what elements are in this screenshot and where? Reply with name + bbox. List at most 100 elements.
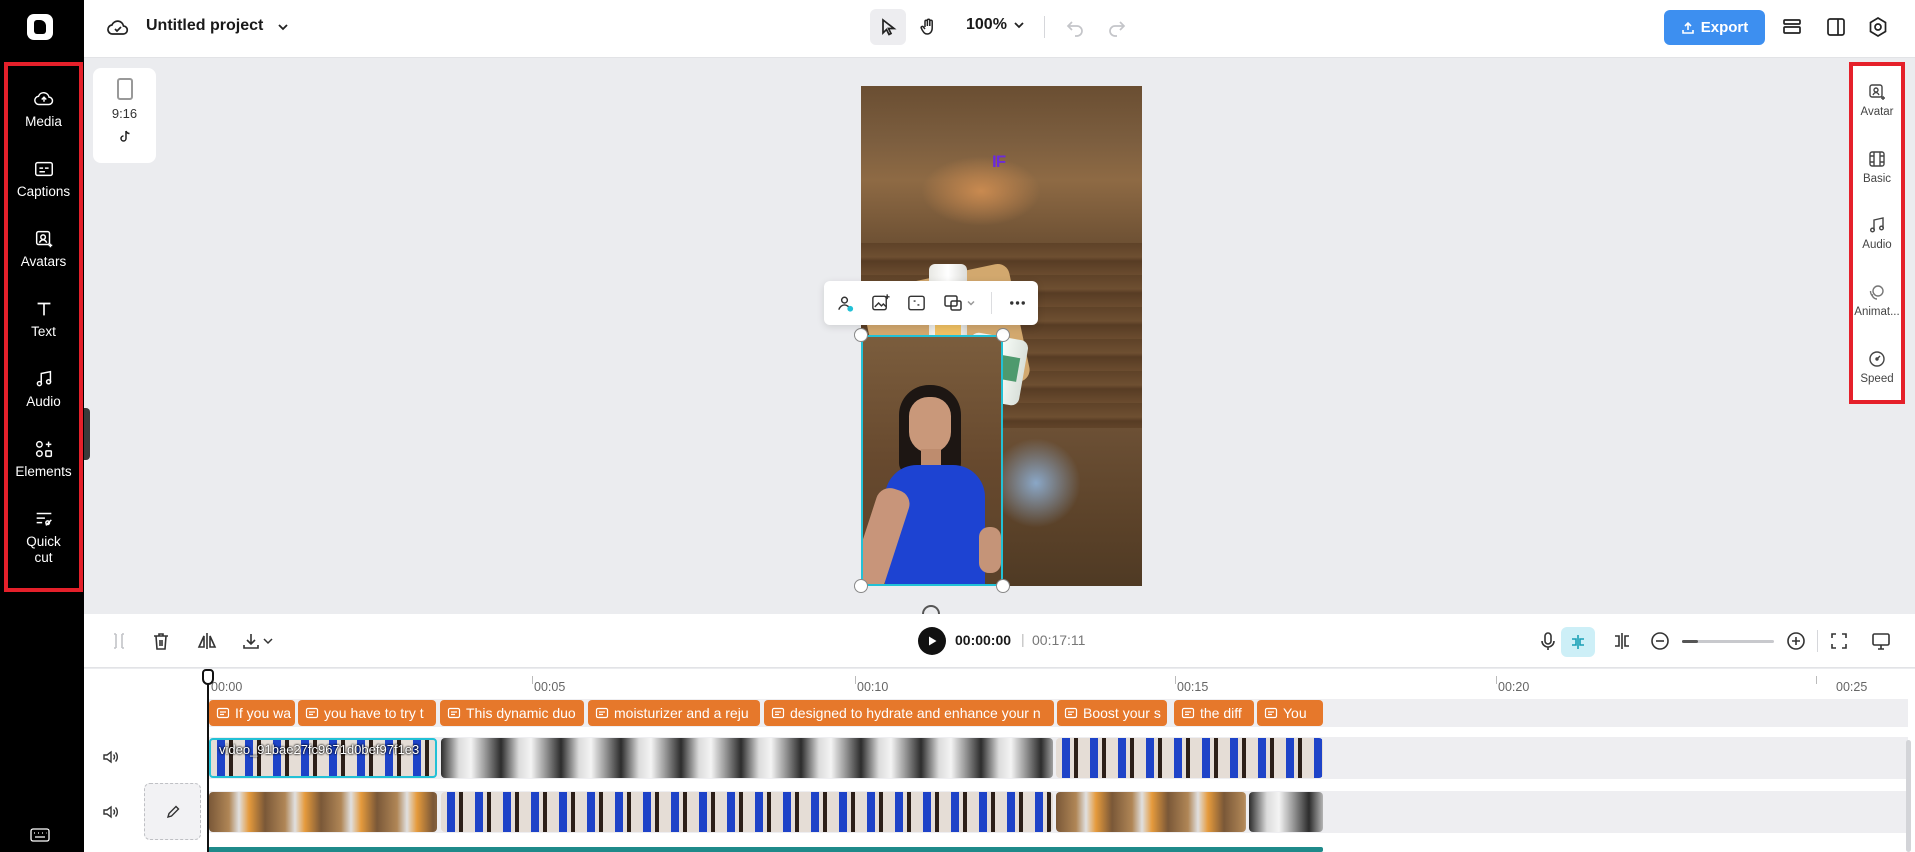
video-clip[interactable] <box>1056 792 1246 832</box>
video-clip[interactable] <box>441 792 1053 832</box>
resize-handle-top-right[interactable] <box>996 328 1010 342</box>
resize-handle-bottom-left[interactable] <box>854 579 868 593</box>
selected-video-clip[interactable] <box>861 335 1003 586</box>
microphone-icon[interactable] <box>1537 630 1559 652</box>
total-time: 00:17:11 <box>1032 632 1086 648</box>
split-clip-icon[interactable] <box>108 630 130 652</box>
ruler-label: 00:15 <box>1177 680 1209 694</box>
property-tab-speed[interactable]: Speed <box>1849 349 1905 385</box>
property-tab-audio[interactable]: Audio <box>1849 215 1905 251</box>
sidebar-item-label: Text <box>31 324 56 339</box>
split-at-playhead-icon[interactable] <box>1611 630 1633 652</box>
playhead-line <box>207 683 209 852</box>
resize-handle-bottom-right[interactable] <box>996 579 1010 593</box>
caption-clip[interactable]: the diff <box>1174 700 1254 726</box>
property-tab-basic[interactable]: Basic <box>1849 149 1905 185</box>
cloud-upload-icon <box>33 91 53 106</box>
zoom-in-icon[interactable] <box>1785 630 1807 652</box>
timeline-zoom-slider[interactable] <box>1682 640 1774 643</box>
caption-text: This dynamic duo <box>466 705 576 721</box>
more-options-icon[interactable] <box>1007 292 1028 314</box>
layers-icon[interactable] <box>1780 15 1804 39</box>
watermark-logo: IF <box>992 152 1006 171</box>
aspect-ratio-card[interactable]: 9:16 <box>93 68 156 163</box>
video-clip[interactable] <box>209 792 437 832</box>
resize-handle-top-left[interactable] <box>854 328 868 342</box>
hand-tool-button[interactable] <box>910 9 946 45</box>
cursor-arrow-icon <box>882 18 897 36</box>
caption-clip[interactable]: This dynamic duo <box>440 700 584 726</box>
property-tab-label: Audio <box>1862 239 1892 251</box>
property-tab-avatar[interactable]: Avatar <box>1849 82 1905 118</box>
speaker-icon[interactable] <box>101 803 119 821</box>
sidebar-item-media[interactable]: Media <box>4 88 83 130</box>
chevron-down-icon[interactable] <box>262 630 274 652</box>
export-button[interactable]: Export <box>1664 10 1765 45</box>
redo-icon[interactable] <box>1106 16 1128 38</box>
caption-text: the diff <box>1200 705 1242 721</box>
trash-icon[interactable] <box>150 630 172 652</box>
sidebar-item-audio[interactable]: Audio <box>4 368 83 410</box>
caption-text: moisturizer and a reju <box>614 705 749 721</box>
caption-clip[interactable]: If you wa <box>209 700 295 726</box>
flip-icon[interactable] <box>196 630 218 652</box>
replace-dropdown[interactable] <box>942 292 976 314</box>
caption-clip[interactable]: Boost your s <box>1057 700 1167 726</box>
sidebar-item-elements[interactable]: Elements <box>4 438 83 480</box>
zoom-value: 100% <box>966 16 1007 33</box>
text-icon <box>37 302 50 316</box>
auto-snap-button[interactable] <box>1561 627 1595 657</box>
caption-clip[interactable]: You <box>1257 700 1323 726</box>
remove-background-icon[interactable] <box>834 292 855 314</box>
zoom-dropdown[interactable]: 100% <box>966 16 1025 34</box>
crop-frame-icon[interactable] <box>906 292 927 314</box>
sidebar-item-text[interactable]: Text <box>4 298 83 340</box>
sidebar-item-captions[interactable]: Captions <box>4 158 83 200</box>
music-note-icon <box>36 370 51 387</box>
play-button[interactable] <box>918 627 946 655</box>
top-bar: Untitled project 100% Export <box>84 0 1915 58</box>
captions-icon <box>305 707 319 719</box>
split-layout-icon[interactable] <box>1824 15 1848 39</box>
timeline-scrollbar[interactable] <box>1906 740 1911 852</box>
sidebar-item-quick-cut[interactable]: Quick cut <box>4 508 83 566</box>
keyboard-icon[interactable] <box>30 828 50 842</box>
audio-track-bar[interactable] <box>208 847 1323 852</box>
avatar-add-icon <box>1869 84 1885 100</box>
add-image-icon[interactable] <box>870 292 891 314</box>
project-title[interactable]: Untitled project <box>146 17 263 35</box>
download-icon[interactable] <box>240 630 262 652</box>
undo-icon[interactable] <box>1064 16 1086 38</box>
gear-icon[interactable] <box>1866 15 1890 39</box>
monitor-icon[interactable] <box>1870 630 1892 652</box>
speaker-icon[interactable] <box>101 748 119 766</box>
edit-cover-button[interactable] <box>144 783 201 840</box>
cloud-sync-icon[interactable] <box>106 16 130 38</box>
time-separator: | <box>1021 631 1025 647</box>
playhead-handle[interactable] <box>202 669 214 685</box>
captions-icon <box>595 707 609 719</box>
caption-clip[interactable]: you have to try t <box>298 700 436 726</box>
ruler-tick <box>1816 676 1817 684</box>
avatar-icon <box>35 230 52 248</box>
ruler-label: 00:05 <box>534 680 566 694</box>
caption-clip[interactable]: moisturizer and a reju <box>588 700 760 726</box>
zoom-out-icon[interactable] <box>1649 630 1671 652</box>
sidebar-item-label: Avatars <box>20 254 67 269</box>
select-tool-button[interactable] <box>870 9 906 45</box>
captions-icon <box>216 707 230 719</box>
panel-collapse-handle[interactable] <box>84 408 90 460</box>
fullscreen-icon[interactable] <box>1828 630 1850 652</box>
app-logo[interactable] <box>27 14 53 40</box>
sidebar-item-label: Captions <box>16 184 71 199</box>
chevron-down-icon[interactable] <box>276 20 290 34</box>
sidebar-item-label: Audio <box>26 394 61 409</box>
property-tab-animation[interactable]: Animat... <box>1849 282 1905 318</box>
video-clip-selected[interactable]: video_91bae27fc9671d0bef97f1e3 <box>209 738 437 778</box>
video-clip[interactable] <box>441 738 1053 778</box>
sidebar-item-avatars[interactable]: Avatars <box>4 228 83 270</box>
video-clip[interactable] <box>1249 792 1323 832</box>
video-clip[interactable] <box>1056 738 1323 778</box>
caption-clip[interactable]: designed to hydrate and enhance your n <box>764 700 1054 726</box>
aspect-ratio-label: 9:16 <box>111 106 138 121</box>
